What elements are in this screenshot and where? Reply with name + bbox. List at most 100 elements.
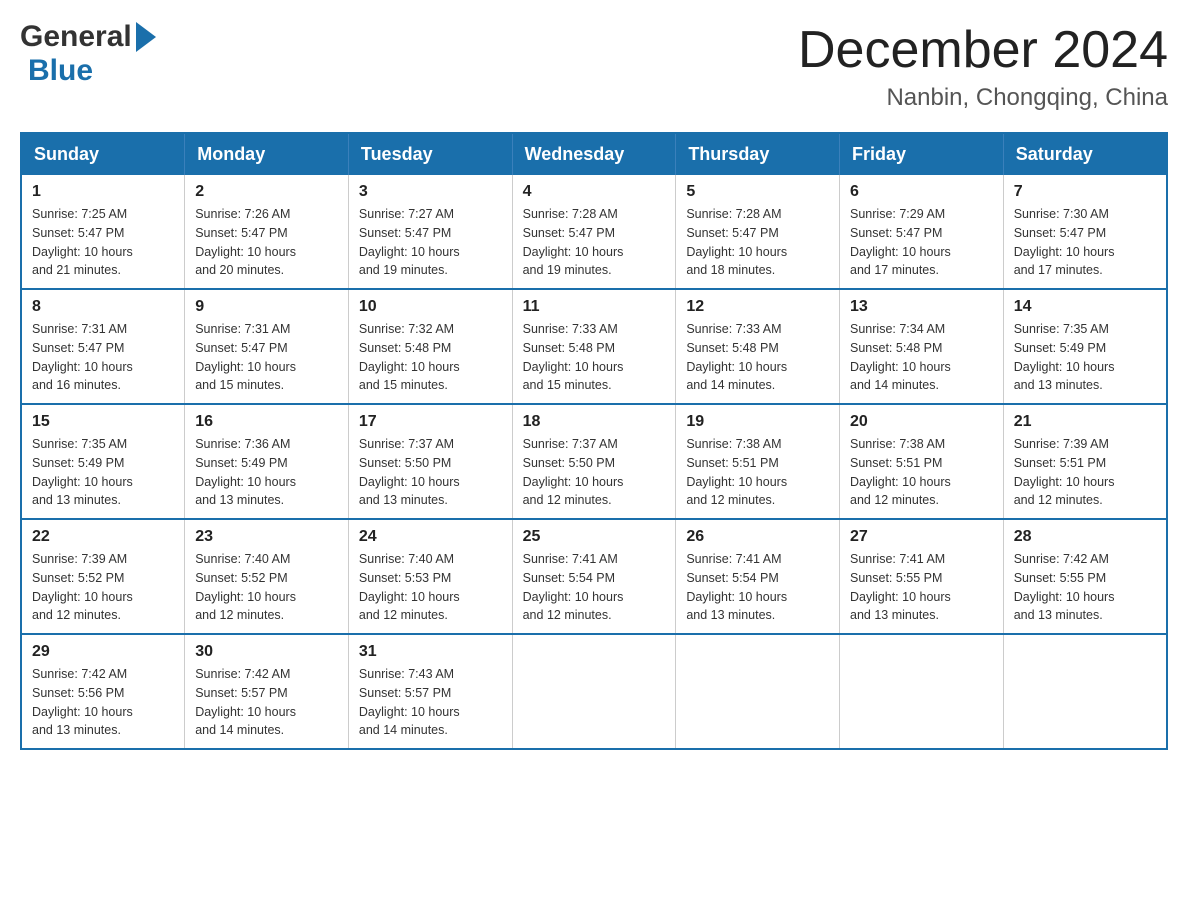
day-cell — [1003, 634, 1167, 749]
day-number: 11 — [523, 298, 666, 316]
day-cell: 12 Sunrise: 7:33 AMSunset: 5:48 PMDaylig… — [676, 289, 840, 404]
day-info: Sunrise: 7:40 AMSunset: 5:53 PMDaylight:… — [359, 550, 502, 625]
header-monday: Monday — [185, 133, 349, 175]
day-cell: 31 Sunrise: 7:43 AMSunset: 5:57 PMDaylig… — [348, 634, 512, 749]
day-number: 5 — [686, 183, 829, 201]
day-cell: 13 Sunrise: 7:34 AMSunset: 5:48 PMDaylig… — [840, 289, 1004, 404]
month-title: December 2024 — [798, 20, 1168, 80]
day-number: 1 — [32, 183, 174, 201]
day-number: 19 — [686, 413, 829, 431]
day-number: 27 — [850, 528, 993, 546]
day-cell: 26 Sunrise: 7:41 AMSunset: 5:54 PMDaylig… — [676, 519, 840, 634]
week-row-1: 1 Sunrise: 7:25 AMSunset: 5:47 PMDayligh… — [21, 175, 1167, 289]
day-number: 13 — [850, 298, 993, 316]
day-cell: 8 Sunrise: 7:31 AMSunset: 5:47 PMDayligh… — [21, 289, 185, 404]
day-cell — [512, 634, 676, 749]
day-info: Sunrise: 7:39 AMSunset: 5:51 PMDaylight:… — [1014, 435, 1156, 510]
day-info: Sunrise: 7:33 AMSunset: 5:48 PMDaylight:… — [523, 320, 666, 395]
day-cell: 9 Sunrise: 7:31 AMSunset: 5:47 PMDayligh… — [185, 289, 349, 404]
logo-general: General — [20, 20, 132, 54]
day-cell: 23 Sunrise: 7:40 AMSunset: 5:52 PMDaylig… — [185, 519, 349, 634]
day-cell: 10 Sunrise: 7:32 AMSunset: 5:48 PMDaylig… — [348, 289, 512, 404]
day-cell: 19 Sunrise: 7:38 AMSunset: 5:51 PMDaylig… — [676, 404, 840, 519]
day-number: 29 — [32, 643, 174, 661]
day-info: Sunrise: 7:42 AMSunset: 5:56 PMDaylight:… — [32, 665, 174, 740]
day-cell: 16 Sunrise: 7:36 AMSunset: 5:49 PMDaylig… — [185, 404, 349, 519]
day-number: 21 — [1014, 413, 1156, 431]
day-number: 30 — [195, 643, 338, 661]
day-cell: 2 Sunrise: 7:26 AMSunset: 5:47 PMDayligh… — [185, 175, 349, 289]
title-section: December 2024 Nanbin, Chongqing, China — [798, 20, 1168, 112]
day-number: 18 — [523, 413, 666, 431]
day-info: Sunrise: 7:35 AMSunset: 5:49 PMDaylight:… — [32, 435, 174, 510]
day-cell: 21 Sunrise: 7:39 AMSunset: 5:51 PMDaylig… — [1003, 404, 1167, 519]
logo: General Blue — [20, 20, 220, 88]
day-number: 8 — [32, 298, 174, 316]
day-info: Sunrise: 7:41 AMSunset: 5:54 PMDaylight:… — [686, 550, 829, 625]
day-number: 9 — [195, 298, 338, 316]
day-info: Sunrise: 7:42 AMSunset: 5:57 PMDaylight:… — [195, 665, 338, 740]
day-cell: 18 Sunrise: 7:37 AMSunset: 5:50 PMDaylig… — [512, 404, 676, 519]
day-number: 15 — [32, 413, 174, 431]
header-wednesday: Wednesday — [512, 133, 676, 175]
day-number: 12 — [686, 298, 829, 316]
day-info: Sunrise: 7:27 AMSunset: 5:47 PMDaylight:… — [359, 205, 502, 280]
day-cell: 25 Sunrise: 7:41 AMSunset: 5:54 PMDaylig… — [512, 519, 676, 634]
day-number: 28 — [1014, 528, 1156, 546]
week-row-3: 15 Sunrise: 7:35 AMSunset: 5:49 PMDaylig… — [21, 404, 1167, 519]
day-number: 31 — [359, 643, 502, 661]
day-number: 2 — [195, 183, 338, 201]
day-cell: 1 Sunrise: 7:25 AMSunset: 5:47 PMDayligh… — [21, 175, 185, 289]
location-title: Nanbin, Chongqing, China — [798, 84, 1168, 112]
day-info: Sunrise: 7:43 AMSunset: 5:57 PMDaylight:… — [359, 665, 502, 740]
day-cell: 24 Sunrise: 7:40 AMSunset: 5:53 PMDaylig… — [348, 519, 512, 634]
day-cell: 27 Sunrise: 7:41 AMSunset: 5:55 PMDaylig… — [840, 519, 1004, 634]
day-cell — [676, 634, 840, 749]
day-info: Sunrise: 7:35 AMSunset: 5:49 PMDaylight:… — [1014, 320, 1156, 395]
page-header: General Blue December 2024 Nanbin, Chong… — [20, 20, 1168, 112]
day-info: Sunrise: 7:38 AMSunset: 5:51 PMDaylight:… — [850, 435, 993, 510]
day-cell: 15 Sunrise: 7:35 AMSunset: 5:49 PMDaylig… — [21, 404, 185, 519]
day-cell: 11 Sunrise: 7:33 AMSunset: 5:48 PMDaylig… — [512, 289, 676, 404]
day-number: 25 — [523, 528, 666, 546]
day-number: 4 — [523, 183, 666, 201]
day-cell: 6 Sunrise: 7:29 AMSunset: 5:47 PMDayligh… — [840, 175, 1004, 289]
logo-arrow-icon — [136, 22, 156, 52]
day-info: Sunrise: 7:28 AMSunset: 5:47 PMDaylight:… — [523, 205, 666, 280]
day-cell: 7 Sunrise: 7:30 AMSunset: 5:47 PMDayligh… — [1003, 175, 1167, 289]
calendar-table: SundayMondayTuesdayWednesdayThursdayFrid… — [20, 132, 1168, 750]
day-info: Sunrise: 7:30 AMSunset: 5:47 PMDaylight:… — [1014, 205, 1156, 280]
day-number: 6 — [850, 183, 993, 201]
day-info: Sunrise: 7:41 AMSunset: 5:54 PMDaylight:… — [523, 550, 666, 625]
day-info: Sunrise: 7:31 AMSunset: 5:47 PMDaylight:… — [195, 320, 338, 395]
day-number: 17 — [359, 413, 502, 431]
day-cell: 14 Sunrise: 7:35 AMSunset: 5:49 PMDaylig… — [1003, 289, 1167, 404]
day-info: Sunrise: 7:29 AMSunset: 5:47 PMDaylight:… — [850, 205, 993, 280]
day-info: Sunrise: 7:37 AMSunset: 5:50 PMDaylight:… — [359, 435, 502, 510]
day-cell: 28 Sunrise: 7:42 AMSunset: 5:55 PMDaylig… — [1003, 519, 1167, 634]
day-cell: 30 Sunrise: 7:42 AMSunset: 5:57 PMDaylig… — [185, 634, 349, 749]
day-cell — [840, 634, 1004, 749]
week-row-4: 22 Sunrise: 7:39 AMSunset: 5:52 PMDaylig… — [21, 519, 1167, 634]
day-number: 10 — [359, 298, 502, 316]
calendar-header-row: SundayMondayTuesdayWednesdayThursdayFrid… — [21, 133, 1167, 175]
day-number: 22 — [32, 528, 174, 546]
day-info: Sunrise: 7:38 AMSunset: 5:51 PMDaylight:… — [686, 435, 829, 510]
day-info: Sunrise: 7:41 AMSunset: 5:55 PMDaylight:… — [850, 550, 993, 625]
day-info: Sunrise: 7:28 AMSunset: 5:47 PMDaylight:… — [686, 205, 829, 280]
day-cell: 5 Sunrise: 7:28 AMSunset: 5:47 PMDayligh… — [676, 175, 840, 289]
day-info: Sunrise: 7:32 AMSunset: 5:48 PMDaylight:… — [359, 320, 502, 395]
day-info: Sunrise: 7:39 AMSunset: 5:52 PMDaylight:… — [32, 550, 174, 625]
day-number: 23 — [195, 528, 338, 546]
day-number: 3 — [359, 183, 502, 201]
header-thursday: Thursday — [676, 133, 840, 175]
day-cell: 20 Sunrise: 7:38 AMSunset: 5:51 PMDaylig… — [840, 404, 1004, 519]
header-friday: Friday — [840, 133, 1004, 175]
day-number: 26 — [686, 528, 829, 546]
week-row-2: 8 Sunrise: 7:31 AMSunset: 5:47 PMDayligh… — [21, 289, 1167, 404]
day-info: Sunrise: 7:42 AMSunset: 5:55 PMDaylight:… — [1014, 550, 1156, 625]
day-info: Sunrise: 7:36 AMSunset: 5:49 PMDaylight:… — [195, 435, 338, 510]
day-cell: 29 Sunrise: 7:42 AMSunset: 5:56 PMDaylig… — [21, 634, 185, 749]
day-number: 20 — [850, 413, 993, 431]
day-number: 16 — [195, 413, 338, 431]
